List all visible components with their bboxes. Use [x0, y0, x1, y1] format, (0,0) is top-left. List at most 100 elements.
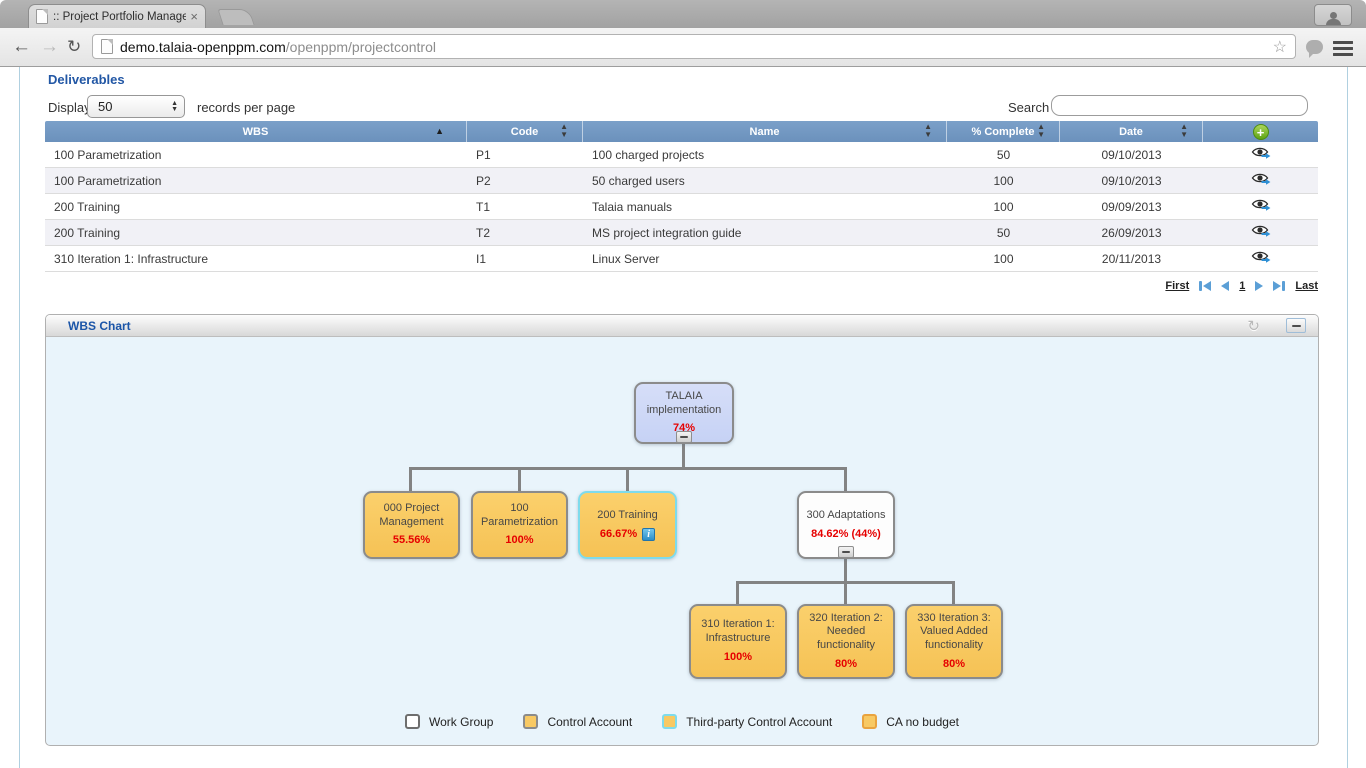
cell-wbs: 100 Parametrization	[45, 148, 467, 162]
wbs-chart-panel: WBS Chart ↻ TALAIA implementation 74% 00…	[45, 314, 1319, 746]
chat-icon[interactable]	[1306, 40, 1323, 54]
column-header-date[interactable]: Date ▲▼	[1060, 121, 1203, 142]
pagination-next-icon[interactable]	[1255, 281, 1263, 291]
chart-legend: Work Group Control Account Third-party C…	[46, 714, 1318, 729]
reload-icon[interactable]: ↻	[67, 37, 81, 57]
table-row: 310 Iteration 1: Infrastructure I1 Linux…	[45, 246, 1318, 272]
deliverables-title: Deliverables	[48, 72, 125, 87]
pagination-skip-back-icon[interactable]	[1199, 281, 1211, 291]
view-icon[interactable]	[1251, 250, 1271, 264]
address-bar[interactable]: demo.talaia-openppm.com /openppm/project…	[92, 34, 1296, 59]
wbs-node-310[interactable]: 310 Iteration 1: Infrastructure 100%	[689, 604, 787, 679]
wbs-node-330[interactable]: 330 Iteration 3: Valued Added functional…	[905, 604, 1003, 679]
page-size-select[interactable]: 50 ▲ ▼	[87, 95, 185, 118]
cell-date: 09/10/2013	[1060, 174, 1203, 188]
node-label: 300 Adaptations	[807, 509, 886, 523]
bookmark-star-icon[interactable]: ☆	[1273, 37, 1287, 57]
wbs-chart-header: WBS Chart ↻	[46, 315, 1318, 337]
menu-icon[interactable]	[1333, 41, 1353, 56]
cell-name: MS project integration guide	[583, 226, 947, 240]
cell-actions	[1203, 146, 1318, 163]
search-input[interactable]	[1051, 95, 1308, 116]
favicon	[36, 9, 48, 24]
page-right-border	[1347, 67, 1348, 768]
node-label: 320 Iteration 2: Needed functionality	[803, 612, 889, 653]
url-path: /openppm/projectcontrol	[286, 39, 436, 55]
legend-item: Control Account	[523, 714, 632, 729]
view-icon[interactable]	[1251, 198, 1271, 212]
node-percent: 100%	[505, 534, 533, 548]
records-per-page-label: records per page	[197, 100, 295, 115]
pagination-page-number[interactable]: 1	[1239, 280, 1245, 292]
column-header-actions: +	[1203, 121, 1318, 142]
pagination-skip-forward-icon[interactable]	[1273, 281, 1285, 291]
refresh-icon[interactable]: ↻	[1247, 317, 1260, 335]
cell-date: 09/10/2013	[1060, 148, 1203, 162]
tab-strip: :: Project Portfolio Manage ×	[0, 0, 1366, 28]
cell-code: P1	[467, 148, 583, 162]
collapse-button[interactable]	[838, 546, 854, 558]
deliverables-table: 100 Parametrization P1 100 charged proje…	[45, 142, 1318, 272]
sort-asc-icon: ▲	[435, 125, 444, 137]
profile-button[interactable]	[1314, 4, 1352, 26]
node-label: 200 Training	[597, 509, 658, 523]
url-host: demo.talaia-openppm.com	[120, 39, 286, 55]
wbs-node-300[interactable]: 300 Adaptations 84.62% (44%)	[797, 491, 895, 559]
column-header-name[interactable]: Name ▲▼	[583, 121, 947, 142]
cell-complete: 100	[947, 252, 1060, 266]
column-header-wbs[interactable]: WBS ▲	[45, 121, 467, 142]
node-label: TALAIA implementation	[640, 390, 728, 418]
forward-icon[interactable]: →	[40, 37, 59, 57]
pagination-prev-icon[interactable]	[1221, 281, 1229, 291]
sort-down-icon: ▼	[560, 131, 568, 139]
cell-wbs: 100 Parametrization	[45, 174, 467, 188]
node-percent: 80%	[835, 658, 857, 672]
view-icon[interactable]	[1251, 224, 1271, 238]
add-icon[interactable]: +	[1253, 124, 1269, 140]
browser-tab[interactable]: :: Project Portfolio Manage ×	[28, 4, 206, 28]
cell-code: P2	[467, 174, 583, 188]
view-icon[interactable]	[1251, 146, 1271, 160]
node-percent: 100%	[724, 651, 752, 665]
new-tab-button[interactable]	[217, 9, 254, 25]
cell-wbs: 200 Training	[45, 200, 467, 214]
connector-line	[844, 467, 847, 493]
node-label: 000 Project Management	[369, 502, 454, 530]
node-label: 310 Iteration 1: Infrastructure	[695, 618, 781, 646]
tab-close-icon[interactable]: ×	[190, 10, 198, 23]
browser-window: :: Project Portfolio Manage × ← → ↻ demo…	[0, 0, 1366, 768]
wbs-node-100[interactable]: 100 Parametrization 100%	[471, 491, 568, 559]
cell-name: Linux Server	[583, 252, 947, 266]
node-percent: 84.62% (44%)	[811, 528, 881, 542]
cell-actions	[1203, 198, 1318, 215]
cell-code: T2	[467, 226, 583, 240]
table-row: 100 Parametrization P1 100 charged proje…	[45, 142, 1318, 168]
node-label: 100 Parametrization	[477, 502, 562, 530]
info-icon[interactable]: i	[642, 528, 655, 541]
legend-item: Work Group	[405, 714, 493, 729]
legend-item: Third-party Control Account	[662, 714, 832, 729]
pagination-first[interactable]: First	[1165, 280, 1189, 292]
view-icon[interactable]	[1251, 172, 1271, 186]
cell-complete: 100	[947, 200, 1060, 214]
column-header-complete[interactable]: % Complete ▲▼	[947, 121, 1060, 142]
collapse-button[interactable]	[676, 431, 692, 443]
column-header-code[interactable]: Code ▲▼	[467, 121, 583, 142]
connector-line	[626, 467, 629, 493]
pagination-last[interactable]: Last	[1295, 280, 1318, 292]
legend-label: Work Group	[429, 715, 493, 729]
page-left-border	[19, 67, 20, 768]
table-row: 200 Training T1 Talaia manuals 100 09/09…	[45, 194, 1318, 220]
cell-date: 26/09/2013	[1060, 226, 1203, 240]
wbs-node-320[interactable]: 320 Iteration 2: Needed functionality 80…	[797, 604, 895, 679]
wbs-node-200[interactable]: 200 Training 66.67%i	[578, 491, 677, 559]
minimize-button[interactable]	[1286, 318, 1306, 333]
wbs-node-root[interactable]: TALAIA implementation 74%	[634, 382, 734, 444]
third-party-swatch	[662, 714, 677, 729]
node-label: 330 Iteration 3: Valued Added functional…	[911, 612, 997, 653]
arrow-down-icon: ▼	[171, 107, 178, 113]
back-icon[interactable]: ←	[12, 37, 31, 57]
pagination: First 1 Last	[1165, 277, 1318, 295]
cell-name: 50 charged users	[583, 174, 947, 188]
wbs-node-000[interactable]: 000 Project Management 55.56%	[363, 491, 460, 559]
